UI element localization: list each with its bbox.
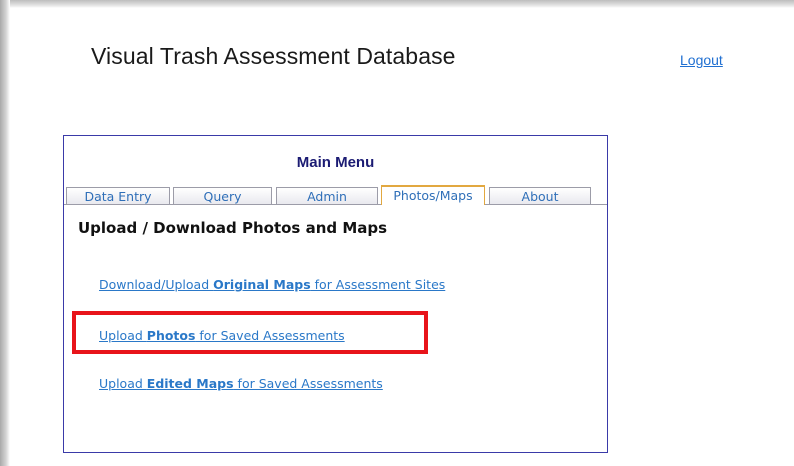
tab-data-entry[interactable]: Data Entry [66,187,170,204]
download-upload-original-maps-link[interactable]: Download/Upload Original Maps for Assess… [99,277,445,292]
app-title: Visual Trash Assessment Database [91,43,456,69]
tab-query[interactable]: Query [173,187,272,204]
window-top-shadow [0,0,794,8]
logout-link[interactable]: Logout [680,52,723,68]
main-menu-title: Main Menu [296,154,375,171]
link-bold: Photos [146,328,196,343]
upload-edited-maps-link[interactable]: Upload Edited Maps for Saved Assessments [99,376,383,391]
link-suffix: for Saved Assessments [233,376,383,391]
tab-strip: Data Entry Query Admin Photos/Maps About [64,185,607,205]
window-left-shadow [0,0,10,466]
upload-photos-link[interactable]: Upload Photos for Saved Assessments [99,328,345,343]
link-suffix: for Assessment Sites [310,277,446,292]
section-heading: Upload / Download Photos and Maps [78,219,388,237]
main-menu-panel: Main Menu Data Entry Query Admin Photos/… [63,135,608,453]
tab-admin[interactable]: Admin [276,187,378,204]
link-bold: Edited Maps [146,376,234,391]
link-prefix: Download/Upload [99,277,214,292]
link-prefix: Upload [99,376,147,391]
link-bold: Original Maps [213,277,311,292]
tab-photos-maps[interactable]: Photos/Maps [381,185,485,205]
tab-about[interactable]: About [489,187,591,204]
link-prefix: Upload [99,328,147,343]
link-suffix: for Saved Assessments [195,328,345,343]
